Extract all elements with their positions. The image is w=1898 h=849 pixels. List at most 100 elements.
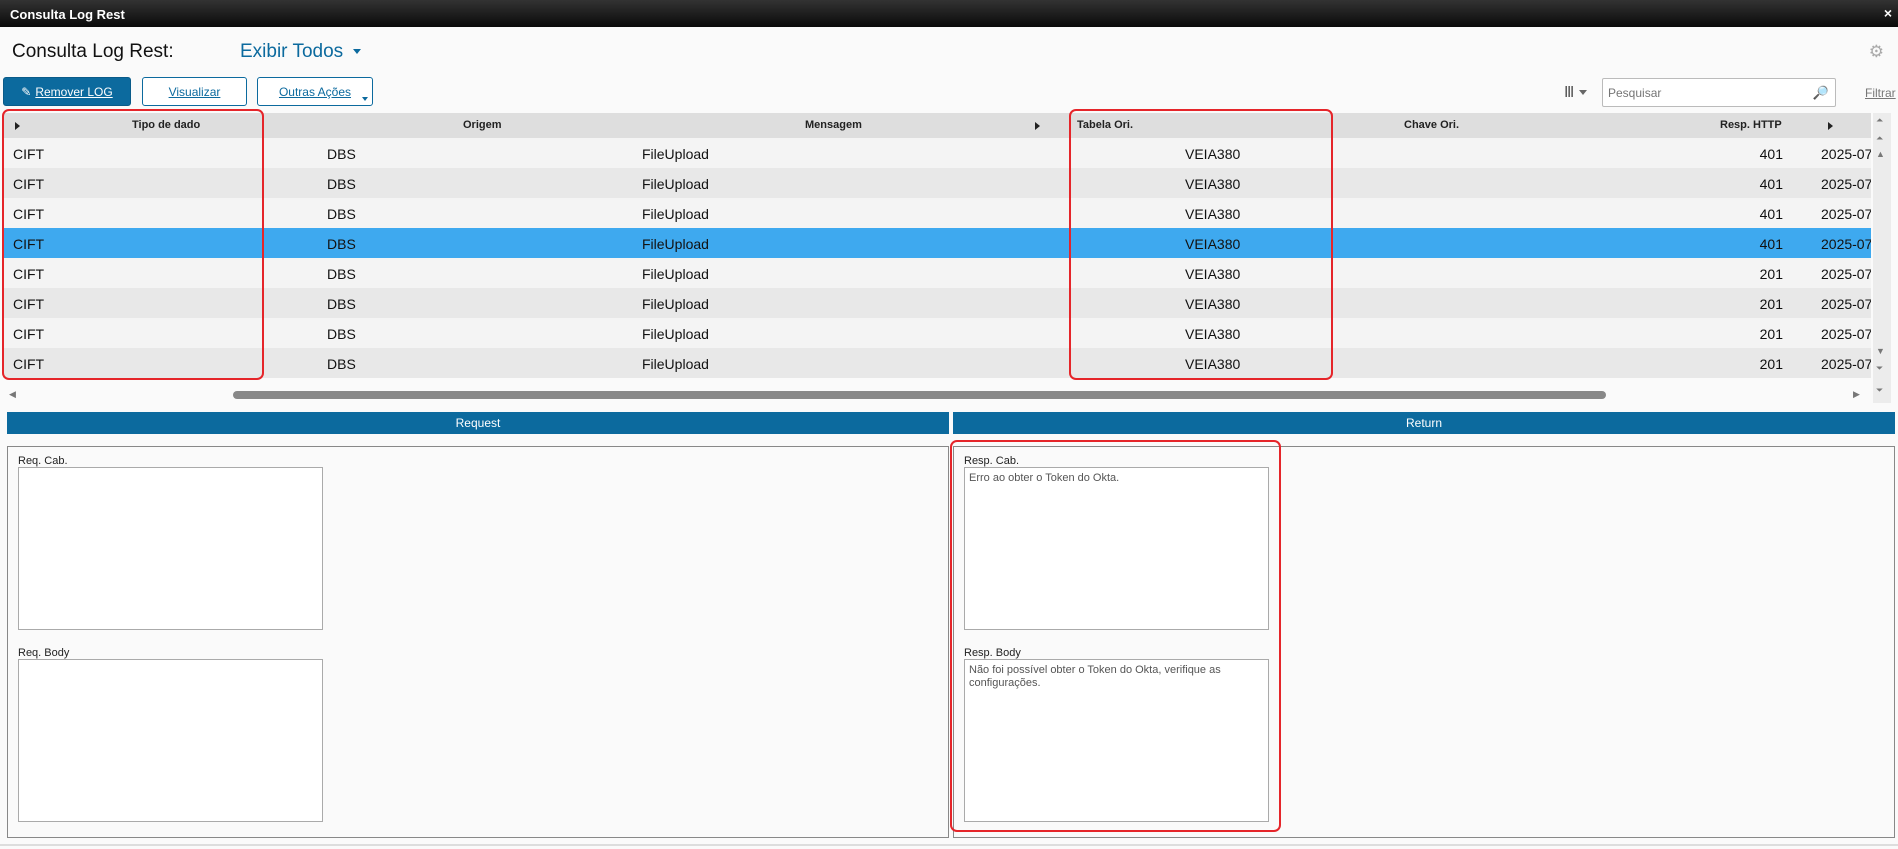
cell-mensagem: FileUpload	[642, 206, 709, 222]
scroll-top-icon[interactable]: ⏶	[1876, 115, 1883, 126]
expand-icon[interactable]	[1035, 122, 1040, 130]
req-cab-field[interactable]	[18, 467, 323, 630]
return-section-header: Return	[953, 412, 1895, 434]
filter-link[interactable]: Filtrar	[1865, 86, 1896, 100]
cell-data: 2025-07	[1821, 206, 1871, 222]
view-filter-value: Exibir Todos	[240, 41, 344, 62]
cell-data: 2025-07	[1821, 356, 1871, 372]
expand-right-icon[interactable]	[1828, 122, 1833, 130]
cell-mensagem: FileUpload	[642, 326, 709, 342]
cell-http: 401	[1759, 176, 1783, 192]
expand-left-icon[interactable]	[15, 122, 20, 130]
req-body-field[interactable]	[18, 659, 323, 822]
resp-body-label: Resp. Body	[964, 647, 1021, 659]
scroll-down-icon[interactable]: ▼	[1876, 346, 1885, 356]
cell-tabela: VEIA380	[1185, 356, 1241, 372]
column-header-tabela[interactable]: Tabela Ori.	[1077, 119, 1133, 131]
close-icon[interactable]: ×	[1884, 5, 1892, 21]
resp-cab-label: Resp. Cab.	[964, 455, 1020, 467]
cell-mensagem: FileUpload	[642, 146, 709, 162]
req-cab-label: Req. Cab.	[18, 455, 68, 467]
cell-data: 2025-07	[1821, 176, 1871, 192]
pencil-icon: ✎	[21, 84, 32, 99]
cell-origem: DBS	[327, 356, 356, 372]
cell-tabela: VEIA380	[1185, 326, 1241, 342]
cell-http: 201	[1759, 296, 1783, 312]
cell-http: 201	[1759, 326, 1783, 342]
bottom-divider	[0, 844, 1898, 846]
table-row[interactable]: CIFT DBS FileUpload VEIA380 201 2025-07	[3, 258, 1871, 288]
table-row[interactable]: CIFT DBS FileUpload VEIA380 201 2025-07	[3, 348, 1871, 378]
search-input[interactable]	[1603, 79, 1803, 106]
scroll-page-down-icon[interactable]: ⏷	[1876, 363, 1883, 374]
scroll-bottom-icon[interactable]: ⏷	[1876, 385, 1883, 396]
columns-toggle-button[interactable]: Ⅲ	[1564, 79, 1602, 105]
log-grid: Tipo de dado Origem Mensagem Tabela Ori.…	[3, 113, 1871, 379]
cell-data: 2025-07	[1821, 236, 1871, 252]
cell-tipo: CIFT	[13, 236, 45, 252]
search-box: 🔎	[1602, 78, 1836, 107]
cell-http: 401	[1759, 146, 1783, 162]
table-row[interactable]: CIFT DBS FileUpload VEIA380 201 2025-07	[3, 288, 1871, 318]
cell-origem: DBS	[327, 206, 356, 222]
cell-mensagem: FileUpload	[642, 266, 709, 282]
scroll-up-icon[interactable]: ▲	[1876, 149, 1885, 159]
request-panel: Req. Cab. Req. Body	[7, 446, 949, 838]
cell-tipo: CIFT	[13, 146, 45, 162]
column-header-origem[interactable]: Origem	[463, 119, 502, 131]
table-row[interactable]: CIFT DBS FileUpload VEIA380 201 2025-07	[3, 318, 1871, 348]
cell-http: 401	[1759, 236, 1783, 252]
table-row[interactable]: CIFT DBS FileUpload VEIA380 401 2025-07	[3, 138, 1871, 168]
cell-mensagem: FileUpload	[642, 176, 709, 192]
resp-cab-field[interactable]: Erro ao obter o Token do Okta.	[964, 467, 1269, 630]
cell-mensagem: FileUpload	[642, 296, 709, 312]
cell-http: 201	[1759, 356, 1783, 372]
table-row[interactable]: CIFT DBS FileUpload VEIA380 401 2025-07	[3, 168, 1871, 198]
view-filter-select[interactable]: Exibir Todos	[240, 41, 362, 63]
chevron-down-icon	[353, 49, 362, 55]
column-header-http[interactable]: Resp. HTTP	[1720, 119, 1782, 131]
cell-tipo: CIFT	[13, 296, 45, 312]
cell-data: 2025-07	[1821, 266, 1871, 282]
window-title: Consulta Log Rest	[10, 7, 125, 22]
search-icon[interactable]: 🔎	[1813, 85, 1829, 101]
cell-mensagem: FileUpload	[642, 236, 709, 252]
cell-data: 2025-07	[1821, 146, 1871, 162]
cell-origem: DBS	[327, 236, 356, 252]
column-header-mensagem[interactable]: Mensagem	[805, 119, 862, 131]
chevron-down-icon	[362, 97, 368, 101]
cell-tabela: VEIA380	[1185, 236, 1241, 252]
cell-mensagem: FileUpload	[642, 356, 709, 372]
column-header-chave[interactable]: Chave Ori.	[1404, 119, 1459, 131]
cell-http: 201	[1759, 266, 1783, 282]
column-header-tipo[interactable]: Tipo de dado	[132, 119, 200, 131]
gear-icon[interactable]: ⚙	[1869, 42, 1884, 62]
more-actions-button[interactable]: Outras Ações	[257, 77, 373, 106]
cell-http: 401	[1759, 206, 1783, 222]
page-title: Consulta Log Rest:	[12, 41, 174, 62]
resp-body-field[interactable]: Não foi possível obter o Token do Okta, …	[964, 659, 1269, 822]
cell-tabela: VEIA380	[1185, 146, 1241, 162]
horizontal-scroll-thumb[interactable]	[233, 391, 1606, 399]
grid-header: Tipo de dado Origem Mensagem Tabela Ori.…	[3, 113, 1871, 138]
horizontal-scrollbar[interactable]: ◀ ▶	[3, 388, 1871, 402]
cell-tipo: CIFT	[13, 266, 45, 282]
cell-tabela: VEIA380	[1185, 296, 1241, 312]
table-row[interactable]: CIFT DBS FileUpload VEIA380 401 2025-07	[3, 198, 1871, 228]
cell-tipo: CIFT	[13, 326, 45, 342]
table-row[interactable]: CIFT DBS FileUpload VEIA380 401 2025-07	[3, 228, 1871, 258]
scroll-left-icon[interactable]: ◀	[9, 389, 16, 400]
view-button[interactable]: Visualizar	[142, 77, 247, 106]
cell-origem: DBS	[327, 176, 356, 192]
chevron-down-icon	[1579, 89, 1588, 95]
cell-origem: DBS	[327, 266, 356, 282]
scroll-page-up-icon[interactable]: ⏶	[1876, 133, 1883, 144]
cell-tipo: CIFT	[13, 176, 45, 192]
scroll-right-icon[interactable]: ▶	[1853, 389, 1860, 400]
grid-rows: CIFT DBS FileUpload VEIA380 401 2025-07 CIFT DB…	[3, 138, 1871, 378]
columns-icon: Ⅲ	[1564, 84, 1575, 101]
vertical-scrollbar[interactable]: ⏶ ⏶ ▲ ▼ ⏷ ⏷	[1873, 113, 1891, 403]
cell-data: 2025-07	[1821, 296, 1871, 312]
cell-origem: DBS	[327, 146, 356, 162]
remove-log-button[interactable]: ✎ Remover LOG	[3, 77, 131, 106]
